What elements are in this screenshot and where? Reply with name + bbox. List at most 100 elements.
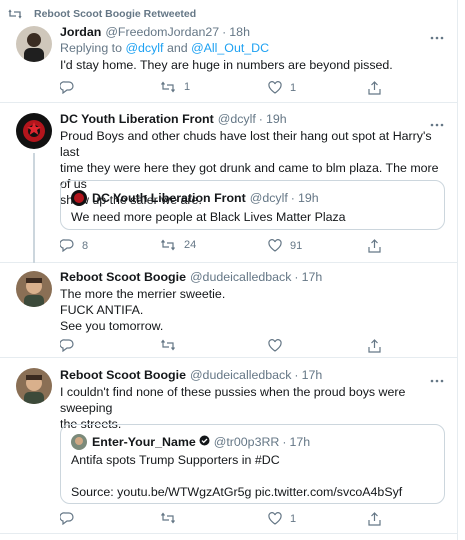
thread-connector — [33, 153, 35, 263]
replying-and: and — [163, 41, 192, 55]
retweet-icon — [8, 9, 22, 22]
tweet-text-line: FUCK ANTIFA. — [60, 303, 144, 317]
like-button[interactable]: 1 — [268, 81, 296, 94]
avatar[interactable] — [16, 26, 52, 62]
separator: · — [222, 25, 227, 39]
quoted-handle: @dcylf — [249, 191, 288, 205]
timeline: Reboot Scoot Boogie Retweeted Jordan @Fr… — [0, 0, 458, 540]
like-count: 1 — [290, 512, 297, 525]
tweet-actions: 1 — [60, 512, 390, 528]
like-count: 1 — [290, 81, 297, 94]
quoted-tweet-header: Enter-Your_Name @tr00p3RR · 17h — [71, 434, 310, 450]
avatar[interactable] — [16, 113, 52, 149]
tweet-header: Reboot Scoot Boogie @dudeicalledback · 1… — [60, 367, 322, 383]
like-icon — [268, 339, 282, 352]
display-name[interactable]: Reboot Scoot Boogie — [60, 368, 186, 382]
reply-count: 8 — [82, 239, 89, 252]
tweet-reboot-1[interactable]: Reboot Scoot Boogie @dudeicalledback · 1… — [0, 263, 458, 358]
retweet-banner[interactable]: Reboot Scoot Boogie Retweeted — [8, 6, 197, 22]
reply-icon — [60, 339, 74, 352]
timestamp[interactable]: 17h — [302, 270, 323, 284]
display-name[interactable]: Reboot Scoot Boogie — [60, 270, 186, 284]
share-icon — [368, 239, 381, 253]
like-button[interactable]: 91 — [268, 239, 302, 252]
display-name[interactable]: Jordan — [60, 25, 101, 39]
quoted-tweet[interactable]: DC Youth Liberation Front @dcylf · 19h W… — [60, 180, 445, 230]
quoted-avatar — [71, 190, 87, 206]
retweet-button[interactable]: 1 — [160, 81, 190, 93]
share-icon — [368, 512, 381, 526]
share-button[interactable] — [368, 512, 381, 526]
more-icon[interactable] — [430, 373, 444, 383]
share-icon — [368, 81, 381, 95]
retweet-banner-text: Reboot Scoot Boogie Retweeted — [34, 8, 197, 20]
quoted-tweet-header: DC Youth Liberation Front @dcylf · 19h — [71, 190, 319, 206]
quoted-text: We need more people at Black Lives Matte… — [71, 210, 346, 224]
retweet-count: 1 — [184, 81, 191, 93]
retweet-button[interactable] — [160, 512, 176, 524]
quoted-timestamp: 17h — [289, 435, 311, 449]
replying-to-label: Replying to — [60, 41, 126, 55]
mention-link[interactable]: @dcylf — [125, 41, 163, 55]
quoted-timestamp: 19h — [297, 191, 319, 205]
tweet-actions — [60, 339, 390, 355]
tweet-header: DC Youth Liberation Front @dcylf · 19h — [60, 111, 287, 127]
retweet-icon — [161, 81, 175, 93]
avatar[interactable] — [16, 368, 52, 404]
like-icon — [268, 81, 282, 94]
tweet-header: Reboot Scoot Boogie @dudeicalledback · 1… — [60, 269, 322, 285]
separator: · — [282, 435, 287, 449]
reply-button[interactable] — [60, 81, 74, 94]
tweet-reboot-2[interactable]: Reboot Scoot Boogie @dudeicalledback · 1… — [0, 358, 458, 534]
reply-button[interactable] — [60, 339, 74, 352]
tweet-text: The more the merrier sweetie. FUCK ANTIF… — [60, 286, 445, 334]
like-button[interactable] — [268, 339, 282, 352]
tweet-text-line: The more the merrier sweetie. — [60, 287, 226, 301]
quoted-text: Antifa spots Trump Supporters in #DC Sou… — [71, 452, 431, 500]
quoted-text-line: Antifa spots Trump Supporters in #DC — [71, 453, 280, 467]
verified-badge-icon — [199, 435, 210, 449]
like-button[interactable]: 1 — [268, 512, 296, 525]
timestamp[interactable]: 17h — [302, 368, 323, 382]
retweet-button[interactable] — [160, 339, 176, 351]
mention-link[interactable]: @All_Out_DC — [191, 41, 269, 55]
quoted-display-name: DC Youth Liberation Front — [92, 191, 246, 205]
tweet-jordan[interactable]: Reboot Scoot Boogie Retweeted Jordan @Fr… — [0, 0, 458, 103]
retweet-icon — [161, 339, 175, 351]
timestamp[interactable]: 19h — [266, 112, 287, 126]
retweet-button[interactable]: 24 — [160, 239, 196, 251]
separator: · — [290, 191, 295, 205]
tweet-text-line: Proud Boys and other chuds have lost the… — [60, 129, 432, 159]
avatar[interactable] — [16, 271, 52, 307]
quoted-avatar — [71, 434, 87, 450]
quoted-text-blank — [71, 468, 431, 484]
more-icon[interactable] — [430, 117, 444, 127]
separator: · — [258, 112, 263, 126]
more-icon[interactable] — [430, 30, 444, 40]
handle[interactable]: @dudeicalledback — [190, 270, 291, 284]
reply-button[interactable]: 8 — [60, 239, 88, 252]
timestamp[interactable]: 18h — [229, 25, 250, 39]
tweet-text: I'd stay home. They are huge in numbers … — [60, 58, 393, 72]
retweet-count: 24 — [184, 239, 197, 251]
tweet-header: Jordan @FreedomJordan27 · 18h — [60, 24, 250, 40]
separator: · — [294, 368, 299, 382]
reply-button[interactable] — [60, 512, 74, 525]
quoted-display-name: Enter-Your_Name — [92, 435, 196, 449]
handle[interactable]: @dcylf — [218, 112, 256, 126]
share-button[interactable] — [368, 339, 381, 353]
quoted-tweet[interactable]: Enter-Your_Name @tr00p3RR · 17h Antifa s… — [60, 424, 445, 504]
share-button[interactable] — [368, 81, 381, 95]
share-icon — [368, 339, 381, 353]
share-button[interactable] — [368, 239, 381, 253]
tweet-text-line: See you tomorrow. — [60, 319, 164, 333]
replying-to: Replying to @dcylf and @All_Out_DC — [60, 40, 445, 56]
tweet-dcylf[interactable]: DC Youth Liberation Front @dcylf · 19h P… — [0, 103, 458, 263]
display-name[interactable]: DC Youth Liberation Front — [60, 112, 214, 126]
retweet-icon — [161, 512, 175, 524]
handle[interactable]: @dudeicalledback — [190, 368, 291, 382]
separator: · — [294, 270, 299, 284]
reply-icon — [60, 239, 74, 252]
tweet-actions: 1 1 — [60, 81, 390, 97]
handle[interactable]: @FreedomJordan27 — [105, 25, 219, 39]
